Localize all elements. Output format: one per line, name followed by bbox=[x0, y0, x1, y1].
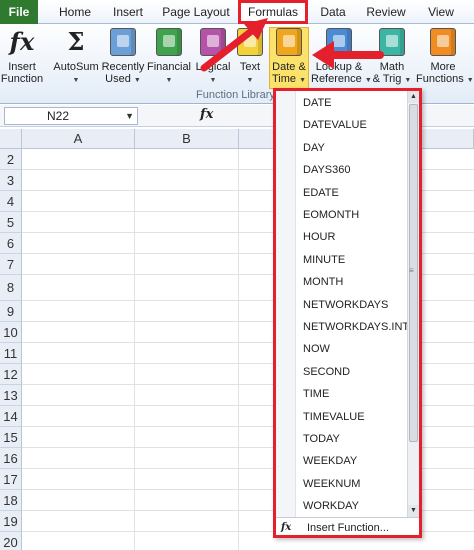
row-header[interactable]: 12 bbox=[0, 364, 22, 385]
insert-function-menu-label: Insert Function... bbox=[307, 522, 389, 534]
menu-item-weekday[interactable]: WEEKDAY bbox=[303, 450, 411, 472]
scroll-down-icon[interactable]: ▼ bbox=[408, 505, 419, 517]
financial-book-icon bbox=[156, 28, 182, 56]
autosum-button[interactable]: Σ AutoSum ▼ bbox=[52, 28, 100, 92]
financial-label: Financial ▼ bbox=[146, 61, 192, 84]
menu-item-hour[interactable]: HOUR bbox=[303, 226, 411, 248]
red-arrow-to-formulas bbox=[200, 18, 268, 72]
name-box[interactable]: N22 ▼ bbox=[4, 107, 138, 125]
menu-item-eomonth[interactable]: EOMONTH bbox=[303, 204, 411, 226]
row-header[interactable]: 5 bbox=[0, 212, 22, 233]
menu-item-workday[interactable]: WORKDAY bbox=[303, 495, 411, 517]
row-header[interactable]: 18 bbox=[0, 490, 22, 511]
menu-item-weeknum[interactable]: WEEKNUM bbox=[303, 473, 411, 495]
name-box-value: N22 bbox=[47, 109, 70, 123]
more-books-icon bbox=[430, 28, 456, 56]
row-header[interactable]: 8 bbox=[0, 275, 22, 301]
function-icon: fx bbox=[9, 27, 35, 56]
row-header[interactable]: 11 bbox=[0, 343, 22, 364]
menu-item-month[interactable]: MONTH bbox=[303, 271, 411, 293]
financial-button[interactable]: Financial ▼ bbox=[146, 28, 192, 92]
menu-item-networkdays[interactable]: NETWORKDAYS bbox=[303, 294, 411, 316]
menu-item-days360[interactable]: DAYS360 bbox=[303, 159, 411, 181]
menu-item-time[interactable]: TIME bbox=[303, 383, 411, 405]
row-header[interactable]: 2 bbox=[0, 149, 22, 170]
more-functions-label: More Functions ▼ bbox=[416, 61, 474, 85]
row-header[interactable]: 4 bbox=[0, 191, 22, 212]
tab-file[interactable]: File bbox=[0, 0, 38, 24]
tab-review[interactable]: Review bbox=[364, 0, 408, 24]
row-header[interactable]: 17 bbox=[0, 469, 22, 490]
menu-item-date[interactable]: DATE bbox=[303, 92, 411, 114]
column-header-a[interactable]: A bbox=[22, 129, 135, 149]
row-header[interactable]: 19 bbox=[0, 511, 22, 532]
menu-icon-gutter bbox=[276, 91, 296, 517]
row-header[interactable]: 14 bbox=[0, 406, 22, 427]
function-icon: fx bbox=[281, 522, 292, 533]
book-icon bbox=[110, 28, 136, 56]
row-header[interactable]: 13 bbox=[0, 385, 22, 406]
recently-used-label: Recently Used ▼ bbox=[101, 61, 145, 85]
chevron-down-icon[interactable]: ▼ bbox=[125, 108, 134, 124]
red-arrow-to-date-time bbox=[312, 41, 384, 69]
recently-used-button[interactable]: Recently Used ▼ bbox=[101, 28, 145, 92]
tab-home[interactable]: Home bbox=[56, 0, 94, 24]
row-header[interactable]: 10 bbox=[0, 322, 22, 343]
function-library-label: Function Library bbox=[196, 89, 275, 101]
column-header-b[interactable]: B bbox=[135, 129, 239, 149]
menu-scrollbar[interactable]: ▲ ≡ ▼ bbox=[407, 91, 419, 517]
menu-item-datevalue[interactable]: DATEVALUE bbox=[303, 114, 411, 136]
menu-item-minute[interactable]: MINUTE bbox=[303, 249, 411, 271]
menu-item-edate[interactable]: EDATE bbox=[303, 182, 411, 204]
row-header[interactable]: 7 bbox=[0, 254, 22, 275]
more-functions-button[interactable]: More Functions ▼ bbox=[416, 28, 474, 92]
row-header[interactable]: 20 bbox=[0, 532, 22, 550]
insert-function-label: Insert Function bbox=[0, 61, 44, 85]
calendar-book-icon bbox=[276, 28, 302, 56]
grip-icon: ≡ bbox=[409, 266, 414, 275]
menu-item-now[interactable]: NOW bbox=[303, 338, 411, 360]
tab-insert[interactable]: Insert bbox=[108, 0, 148, 24]
sigma-icon: Σ bbox=[67, 27, 85, 56]
row-header[interactable]: 6 bbox=[0, 233, 22, 254]
row-header[interactable]: 15 bbox=[0, 427, 22, 448]
insert-function-menu-item[interactable]: fx Insert Function... bbox=[276, 518, 419, 538]
insert-function-fx-icon[interactable]: fx bbox=[200, 107, 213, 122]
tab-data[interactable]: Data bbox=[316, 0, 350, 24]
select-all-corner[interactable] bbox=[0, 129, 22, 149]
menu-item-second[interactable]: SECOND bbox=[303, 361, 411, 383]
row-header[interactable]: 9 bbox=[0, 301, 22, 322]
insert-function-button[interactable]: fx Insert Function bbox=[0, 28, 44, 92]
menu-item-timevalue[interactable]: TIMEVALUE bbox=[303, 406, 411, 428]
autosum-label: AutoSum ▼ bbox=[53, 61, 99, 84]
row-header[interactable]: 3 bbox=[0, 170, 22, 191]
date-time-dropdown-menu: DATE DATEVALUE DAY DAYS360 EDATE EOMONTH HOUR M… bbox=[273, 88, 422, 538]
scroll-up-icon[interactable]: ▲ bbox=[408, 91, 419, 103]
menu-item-networkdays-intl[interactable]: NETWORKDAYS.INTL bbox=[303, 316, 415, 338]
menu-item-day[interactable]: DAY bbox=[303, 137, 411, 159]
row-header[interactable]: 16 bbox=[0, 448, 22, 469]
menu-item-today[interactable]: TODAY bbox=[303, 428, 411, 450]
tab-view[interactable]: View bbox=[424, 0, 458, 24]
